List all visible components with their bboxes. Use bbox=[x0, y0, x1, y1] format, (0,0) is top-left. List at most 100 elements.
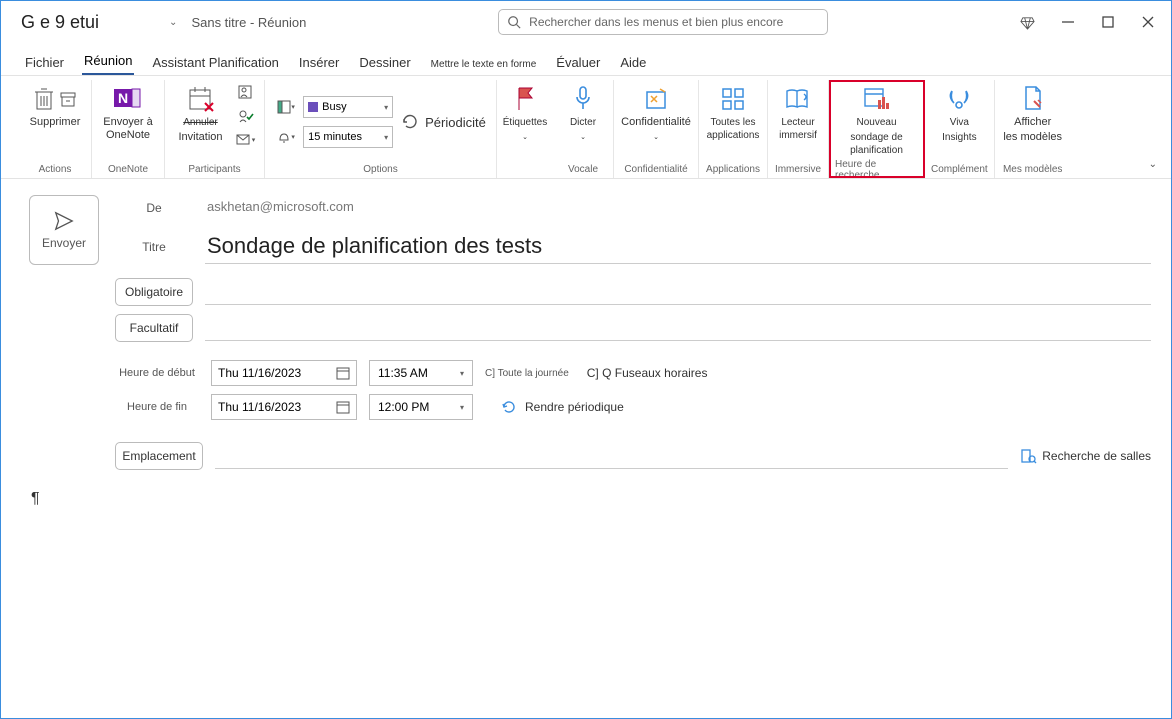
end-date-picker[interactable]: Thu 11/16/2023 bbox=[211, 394, 357, 420]
immersive-reader-button[interactable]: Lecteur immersif bbox=[774, 82, 822, 142]
start-date-picker[interactable]: Thu 11/16/2023 bbox=[211, 360, 357, 386]
insights-line2: Insights bbox=[942, 131, 976, 144]
group-templates-label: Mes modèles bbox=[1003, 162, 1062, 178]
group-insights-label: Complément bbox=[931, 162, 988, 178]
group-participants-label: Participants bbox=[188, 162, 240, 178]
group-confidentiality: Confidentialité ⌄ Confidentialité bbox=[614, 80, 699, 178]
busy-color-icon bbox=[308, 102, 318, 112]
svg-text:N: N bbox=[118, 90, 128, 106]
show-templates-button[interactable]: Afficher les modèles bbox=[1001, 82, 1065, 144]
tab-draw[interactable]: Dessiner bbox=[357, 50, 412, 75]
minimize-icon[interactable] bbox=[1061, 15, 1075, 29]
delete-button[interactable]: Supprimer bbox=[25, 82, 85, 129]
ribbon-tabs: Fichier Réunion Assistant Planification … bbox=[1, 43, 1171, 75]
group-immersive-label: Immersive bbox=[775, 162, 821, 178]
close-icon[interactable] bbox=[1141, 15, 1155, 29]
check-names-button[interactable] bbox=[235, 106, 257, 126]
group-apps-label: Applications bbox=[706, 162, 760, 178]
timezones-checkbox[interactable]: C] Q Fuseaux horaires bbox=[587, 366, 708, 380]
tab-file[interactable]: Fichier bbox=[23, 50, 66, 75]
ribbon: Supprimer Actions N Envoyer à OneNote On… bbox=[1, 75, 1171, 179]
end-time-picker[interactable]: 12:00 PM ▾ bbox=[369, 394, 473, 420]
trash-icon bbox=[33, 86, 55, 112]
title-label: Titre bbox=[115, 240, 193, 254]
tab-review[interactable]: Évaluer bbox=[554, 50, 602, 75]
calendar-icon bbox=[336, 366, 350, 380]
new-scheduling-poll-button[interactable]: Nouveau sondage de planification bbox=[832, 82, 922, 157]
maximize-icon[interactable] bbox=[1101, 15, 1115, 29]
viva-insights-button[interactable]: Viva Insights bbox=[935, 82, 983, 144]
room-finder-button[interactable]: Recherche de salles bbox=[1020, 448, 1151, 464]
tab-scheduling-assistant[interactable]: Assistant Planification bbox=[150, 50, 280, 75]
optional-button[interactable]: Facultatif bbox=[115, 314, 193, 342]
app-prefix: G e 9 etui bbox=[21, 12, 99, 33]
group-confidentiality-label: Confidentialité bbox=[624, 162, 687, 178]
room-finder-icon bbox=[1020, 448, 1036, 464]
qat-dropdown-icon[interactable]: ⌄ bbox=[169, 17, 177, 28]
location-button[interactable]: Emplacement bbox=[115, 442, 203, 470]
show-as-icon[interactable]: ▾ bbox=[275, 97, 297, 117]
send-button[interactable]: Envoyer bbox=[29, 195, 99, 265]
tab-help[interactable]: Aide bbox=[618, 50, 648, 75]
apps-label: Toutes les applications bbox=[705, 116, 761, 142]
response-options-button[interactable]: ▾ bbox=[235, 130, 257, 150]
tab-insert[interactable]: Insérer bbox=[297, 50, 341, 75]
end-date-value: Thu 11/16/2023 bbox=[218, 400, 301, 414]
send-icon bbox=[53, 210, 75, 232]
address-book-button[interactable] bbox=[235, 82, 257, 102]
start-time-picker[interactable]: 11:35 AM ▾ bbox=[369, 360, 473, 386]
required-button[interactable]: Obligatoire bbox=[115, 278, 193, 306]
title-input[interactable]: Sondage de planification des tests bbox=[205, 229, 1151, 264]
title-bar: G e 9 etui ⌄ Sans titre - Réunion Recher… bbox=[1, 1, 1171, 43]
end-time-label: Heure de fin bbox=[115, 401, 199, 413]
group-participants: Annuler Annuler Invitation Invitation ▾ … bbox=[165, 80, 265, 178]
cancel-invitation-button[interactable]: Annuler Annuler Invitation Invitation bbox=[173, 82, 229, 144]
group-options: ▾ Busy ▾ ▾ 15 minutes ▾ Pér bbox=[265, 80, 497, 178]
show-as-combo[interactable]: Busy ▾ bbox=[303, 96, 393, 118]
flag-icon bbox=[514, 86, 536, 112]
paragraph-mark: ¶ bbox=[31, 490, 40, 507]
start-time-label: Heure de début bbox=[115, 367, 199, 379]
dictate-button[interactable]: Dicter ⌄ bbox=[559, 82, 607, 144]
insights-line1: Viva bbox=[950, 116, 969, 129]
reminder-icon[interactable]: ▾ bbox=[275, 127, 297, 147]
tab-format-text[interactable]: Mettre le texte en forme bbox=[429, 54, 539, 75]
group-find-time: Nouveau sondage de planification Heure d… bbox=[829, 80, 925, 178]
tags-button[interactable]: Étiquettes ⌄ bbox=[501, 82, 549, 144]
window-controls bbox=[1020, 15, 1155, 30]
search-box[interactable]: Rechercher dans les menus et bien plus e… bbox=[498, 9, 828, 35]
group-onenote: N Envoyer à OneNote OneNote bbox=[92, 80, 165, 178]
confidentiality-button[interactable]: Confidentialité ⌄ bbox=[620, 82, 692, 144]
tags-label: Étiquettes bbox=[503, 116, 547, 129]
templates-line1: Afficher bbox=[1014, 116, 1051, 129]
reminder-combo[interactable]: 15 minutes ▾ bbox=[303, 126, 393, 148]
dictate-label: Dicter bbox=[570, 116, 596, 129]
confidentiality-label: Confidentialité bbox=[621, 116, 691, 129]
tab-meeting[interactable]: Réunion bbox=[82, 48, 134, 75]
findtime-line2: sondage de planification bbox=[832, 131, 922, 157]
location-input[interactable] bbox=[215, 443, 1008, 469]
from-label: De bbox=[115, 201, 193, 215]
group-templates: Afficher les modèles Mes modèles bbox=[995, 80, 1071, 178]
optional-input[interactable] bbox=[205, 315, 1151, 341]
recurrence-button[interactable]: Périodicité bbox=[401, 113, 486, 131]
document-title: Sans titre - Réunion bbox=[191, 15, 306, 30]
make-recurring-button[interactable]: Rendre périodique bbox=[501, 399, 624, 415]
group-dictate-label: Vocale bbox=[568, 162, 598, 178]
premium-diamond-icon[interactable] bbox=[1020, 15, 1035, 30]
calendar-icon bbox=[336, 400, 350, 414]
send-to-onenote-button[interactable]: N Envoyer à OneNote bbox=[98, 82, 158, 142]
all-apps-button[interactable]: Toutes les applications bbox=[705, 82, 761, 142]
group-apps: Toutes les applications Applications bbox=[699, 80, 768, 178]
calendar-cancel-icon bbox=[187, 85, 215, 113]
search-placeholder: Rechercher dans les menus et bien plus e… bbox=[529, 15, 783, 29]
start-date-value: Thu 11/16/2023 bbox=[218, 366, 301, 380]
end-time-value: 12:00 PM bbox=[378, 400, 429, 414]
ribbon-collapse-chevron-icon[interactable]: ⌄ bbox=[1149, 159, 1157, 170]
quick-access-toolbar: G e 9 etui ⌄ bbox=[21, 12, 177, 33]
required-input[interactable] bbox=[205, 279, 1151, 305]
meeting-body-editor[interactable]: ¶ bbox=[1, 470, 1171, 528]
group-actions: Supprimer Actions bbox=[19, 80, 92, 178]
group-onenote-label: OneNote bbox=[108, 162, 148, 178]
all-day-checkbox[interactable]: C] Toute la journée bbox=[485, 368, 569, 379]
